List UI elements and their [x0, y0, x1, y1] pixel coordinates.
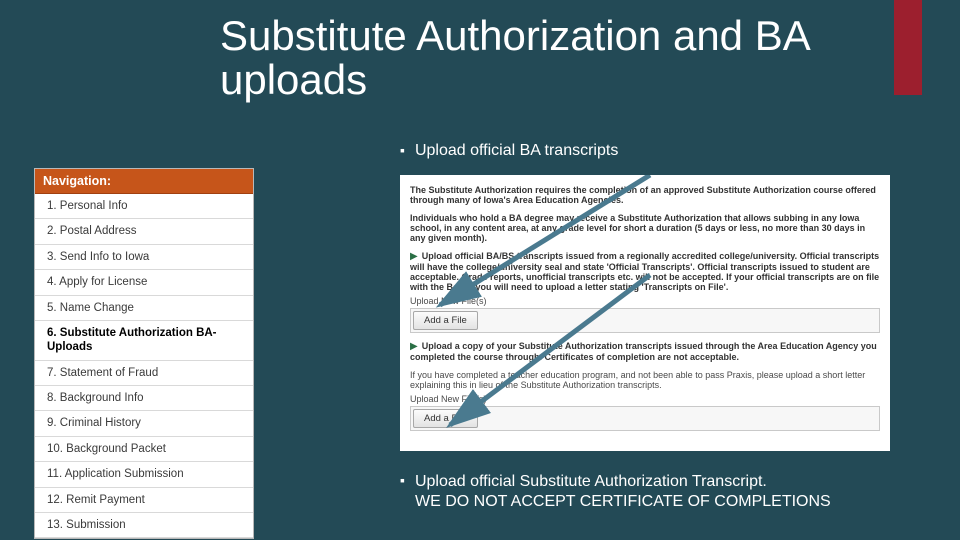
panel-section-1-text: Upload official BA/BS transcripts issued… [410, 251, 879, 292]
upload-label-2: Upload New File(s) [410, 394, 880, 404]
nav-item-background-info[interactable]: 8. Background Info [35, 386, 253, 411]
file-row-1: Add a File [410, 308, 880, 333]
bullet-marker-icon: ▪ [400, 472, 405, 490]
bullet-bottom-text: Upload official Substitute Authorization… [415, 472, 831, 512]
slide-background: Substitute Authorization and BA uploads … [0, 0, 960, 540]
navigation-panel: Navigation: 1. Personal Info 2. Postal A… [34, 168, 254, 539]
bullet-marker-icon: ▪ [400, 142, 405, 158]
add-file-button-2[interactable]: Add a File [413, 409, 478, 428]
panel-intro-1: The Substitute Authorization requires th… [410, 185, 880, 205]
nav-item-substitute-auth-ba-uploads[interactable]: 6. Substitute Authorization BA- Uploads [35, 321, 253, 361]
triangle-icon: ▶ [410, 251, 418, 262]
nav-item-postal-address[interactable]: 2. Postal Address [35, 219, 253, 244]
navigation-header: Navigation: [35, 169, 253, 194]
panel-section-1: ▶Upload official BA/BS transcripts issue… [410, 251, 880, 333]
bullet-bottom-line1: Upload official Substitute Authorization… [415, 473, 767, 490]
triangle-icon: ▶ [410, 341, 418, 352]
nav-item-statement-fraud[interactable]: 7. Statement of Fraud [35, 361, 253, 386]
bullet-bottom-line2: WE DO NOT ACCEPT CERTIFICATE OF COMPLETI… [415, 493, 831, 510]
nav-item-personal-info[interactable]: 1. Personal Info [35, 194, 253, 219]
panel-intro-2: Individuals who hold a BA degree may rec… [410, 213, 880, 243]
panel-section-2-text: Upload a copy of your Substitute Authori… [410, 341, 877, 362]
add-file-button-1[interactable]: Add a File [413, 311, 478, 330]
nav-item-apply-license[interactable]: 4. Apply for License [35, 270, 253, 295]
panel-section-3-text: If you have completed a teacher educatio… [410, 370, 865, 390]
bullet-bottom: ▪ Upload official Substitute Authorizatio… [400, 472, 920, 512]
nav-item-remit-payment[interactable]: 12. Remit Payment [35, 488, 253, 513]
bullet-top-text: Upload official BA transcripts [415, 142, 618, 160]
nav-item-background-packet[interactable]: 10. Background Packet [35, 437, 253, 462]
slide-title: Substitute Authorization and BA uploads [220, 14, 960, 102]
upload-instructions-panel: The Substitute Authorization requires th… [400, 175, 890, 451]
nav-item-name-change[interactable]: 5. Name Change [35, 296, 253, 321]
navigation-list: 1. Personal Info 2. Postal Address 3. Se… [35, 194, 253, 538]
upload-label-1: Upload New File(s) [410, 296, 880, 306]
nav-item-application-submission[interactable]: 11. Application Submission [35, 462, 253, 487]
panel-section-2: ▶Upload a copy of your Substitute Author… [410, 341, 880, 362]
nav-item-submission[interactable]: 13. Submission [35, 513, 253, 538]
file-row-2: Add a File [410, 406, 880, 431]
nav-item-criminal-history[interactable]: 9. Criminal History [35, 411, 253, 436]
panel-section-3: If you have completed a teacher educatio… [410, 370, 880, 431]
nav-item-send-info[interactable]: 3. Send Info to Iowa [35, 245, 253, 270]
bullet-top: ▪ Upload official BA transcripts [400, 142, 618, 160]
